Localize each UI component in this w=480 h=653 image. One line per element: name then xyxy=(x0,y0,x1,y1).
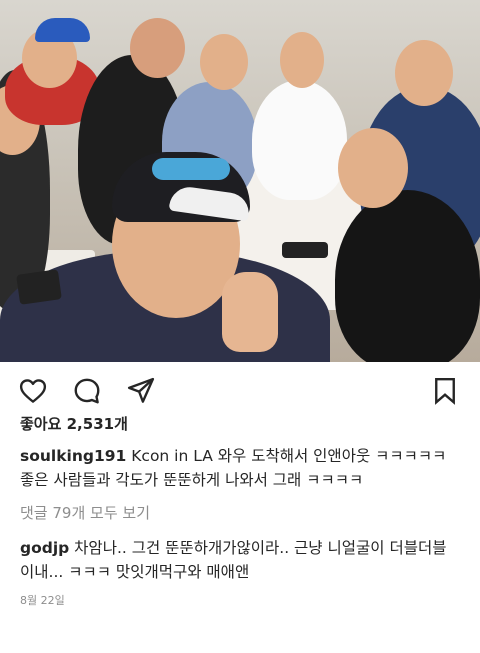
person-black-shirt-head xyxy=(338,128,408,208)
comment: godjp 차암나.. 그건 뚠뚠하개가않이라.. 근냥 니얼굴이 더블더블이내… xyxy=(0,536,480,584)
caption-username[interactable]: soulking191 xyxy=(20,447,126,465)
person-bald-head xyxy=(130,18,185,78)
comment-bubble-icon[interactable] xyxy=(72,376,102,406)
likes-count[interactable]: 좋아요 2,531개 xyxy=(0,410,480,438)
blue-cap xyxy=(35,18,90,42)
comment-username[interactable]: godjp xyxy=(20,539,69,557)
person-blue-jacket-head xyxy=(395,40,453,106)
comment-text: 차암나.. 그건 뚠뚠하개가않이라.. 근냥 니얼굴이 더블더블이내... ㅋㅋ… xyxy=(20,539,447,581)
person-black-shirt xyxy=(335,190,480,362)
post-caption: soulking191 Kcon in LA 와우 도착해서 인앤아웃 ㅋㅋㅋㅋ… xyxy=(0,444,480,492)
paper-plane-icon[interactable] xyxy=(126,376,156,406)
heart-outline-icon[interactable] xyxy=(18,376,48,406)
post-photo[interactable] xyxy=(0,0,480,362)
phone-on-table xyxy=(282,242,328,258)
phone-on-left-table xyxy=(16,269,62,305)
person-polo-head xyxy=(200,34,248,90)
post-date: 8월 22일 xyxy=(20,594,65,607)
bookmark-outline-icon[interactable] xyxy=(430,376,460,406)
view-all-comments-link[interactable]: 댓글 79개 모두 보기 xyxy=(0,502,480,524)
person-white-shirt xyxy=(252,80,347,200)
peace-sign-hand xyxy=(222,272,278,352)
person-white-shirt-head xyxy=(280,32,324,88)
action-bar xyxy=(0,362,480,410)
selfie-sunglasses xyxy=(152,158,230,180)
